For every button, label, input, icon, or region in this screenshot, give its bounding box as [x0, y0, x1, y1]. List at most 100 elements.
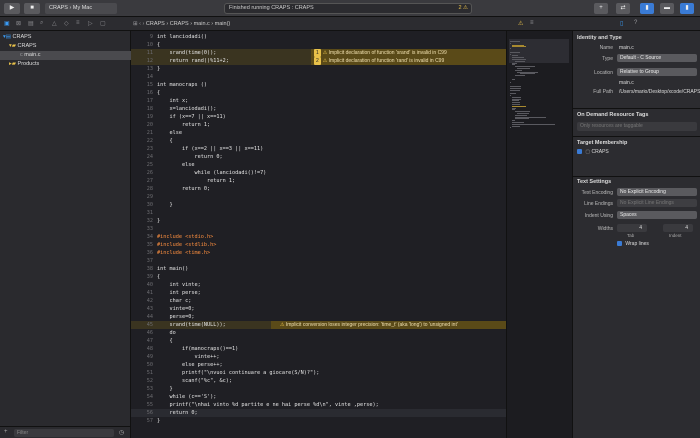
code-line[interactable]: 43 vinte=0;: [131, 305, 506, 313]
code-line[interactable]: 30 }: [131, 201, 506, 209]
code-line[interactable]: 57}: [131, 417, 506, 425]
quick-help-icon[interactable]: ?: [634, 20, 637, 26]
test-icon[interactable]: ◇: [64, 20, 69, 27]
code-line[interactable]: 56 return 0;: [131, 409, 506, 417]
source-editor[interactable]: 9 int lanciodadi() 10{11 srand(time(0)); 1 ⚠…: [131, 31, 506, 438]
code-line[interactable]: 33: [131, 225, 506, 233]
code-line[interactable]: 51 printf("\nvuoi continuare a giocare(S…: [131, 369, 506, 377]
endings-popup[interactable]: No Explicit Line Endings: [617, 199, 697, 207]
code-line[interactable]: 11 srand(time(0)); 1 ⚠ Implicit declaratio…: [131, 49, 506, 57]
code-line[interactable]: 55 printf("\nhai vinto %d partite e ne h…: [131, 401, 506, 409]
breakpoint-icon[interactable]: ▷: [88, 20, 93, 27]
code-line[interactable]: 9 int lanciodadi(): [131, 33, 506, 41]
code-line[interactable]: 23 if (x==2 || x==3 || x==11): [131, 145, 506, 153]
activity-warning-count[interactable]: 2 ⚠: [458, 4, 468, 13]
code-line[interactable]: 34 #include <stdio.h>: [131, 233, 506, 241]
checkbox-checked-icon[interactable]: [577, 149, 582, 155]
code-line[interactable]: 29: [131, 193, 506, 201]
code-line[interactable]: 22 {: [131, 137, 506, 145]
indent-width-field[interactable]: 4: [663, 224, 693, 232]
review-button[interactable]: ⇄: [616, 3, 630, 14]
code-line[interactable]: 54 while (c=='S');: [131, 393, 506, 401]
tab-width-field[interactable]: 4: [617, 224, 647, 232]
library-button[interactable]: +: [594, 3, 608, 14]
code-line[interactable]: 26 while (lanciodadi()!=7): [131, 169, 506, 177]
code-line[interactable]: 38 int main(): [131, 265, 506, 273]
inspector-toggle[interactable]: ▮: [680, 3, 694, 14]
nav-item-file[interactable]: c main.c: [0, 51, 131, 60]
code-line[interactable]: 47 {: [131, 337, 506, 345]
encoding-popup[interactable]: No Explicit Encoding: [617, 188, 697, 196]
code-line[interactable]: 21 else: [131, 129, 506, 137]
code-line[interactable]: 36 #include <time.h>: [131, 249, 506, 257]
target-membership-row[interactable]: ▢ CRAPS: [577, 149, 609, 155]
stop-button[interactable]: ■: [24, 3, 40, 14]
warning-annotation[interactable]: ⚠ Implicit conversion loses integer prec…: [271, 321, 506, 329]
nav-item-group[interactable]: ▾▰ CRAPS: [0, 42, 131, 51]
code-line[interactable]: 52 scanf("%c", &c);: [131, 377, 506, 385]
warning-icon[interactable]: ⚠: [518, 20, 523, 27]
code-line[interactable]: 27 return 1;: [131, 177, 506, 185]
code-line[interactable]: 20 return 1;: [131, 121, 506, 129]
code-line[interactable]: 28 return 0;: [131, 185, 506, 193]
code-line[interactable]: 13}: [131, 65, 506, 73]
code-line[interactable]: 32}: [131, 217, 506, 225]
warning-annotation[interactable]: 1 ⚠ Implicit declaration of function 'sra…: [311, 49, 506, 57]
code-line[interactable]: 16 {: [131, 89, 506, 97]
code-line[interactable]: 44 perse=0;: [131, 313, 506, 321]
navigator-toggle[interactable]: ▮: [640, 3, 654, 14]
code-line[interactable]: 19 if (x==7 || x==11): [131, 113, 506, 121]
issue-icon[interactable]: △: [52, 20, 57, 27]
code-line[interactable]: 49 vinte++;: [131, 353, 506, 361]
code-line[interactable]: 25 else: [131, 161, 506, 169]
symbol-icon[interactable]: ▤: [28, 20, 34, 27]
back-icon[interactable]: ‹: [139, 17, 141, 31]
debug-icon[interactable]: ≡: [76, 20, 80, 26]
nav-item-project[interactable]: ▾▤ CRAPS: [0, 33, 131, 42]
report-icon[interactable]: ▢: [100, 20, 106, 27]
forward-icon[interactable]: ›: [143, 17, 145, 31]
editor-options-icon[interactable]: ≡: [530, 20, 534, 26]
scheme-selector[interactable]: CRAPS › My Mac: [45, 3, 117, 14]
add-icon[interactable]: +: [4, 429, 8, 435]
code-line[interactable]: 42 char c;: [131, 297, 506, 305]
minimap[interactable]: [506, 31, 572, 438]
jump-file[interactable]: main.c: [194, 21, 210, 27]
filter-input[interactable]: Filter: [14, 429, 114, 437]
nav-item-products[interactable]: ▸▰ Products: [0, 60, 131, 69]
folder-icon[interactable]: ▣: [4, 20, 10, 27]
code-line[interactable]: 18 x=lanciodadi();: [131, 105, 506, 113]
run-button[interactable]: ▶: [4, 3, 20, 14]
code-line[interactable]: 39 {: [131, 273, 506, 281]
code-line[interactable]: 53 }: [131, 385, 506, 393]
code-line[interactable]: 17 int x;: [131, 97, 506, 105]
code-line[interactable]: 14: [131, 73, 506, 81]
source-control-icon[interactable]: ⊠: [16, 20, 21, 27]
code-line[interactable]: 37: [131, 257, 506, 265]
jump-project[interactable]: CRAPS: [146, 21, 165, 27]
debug-area-toggle[interactable]: ▬: [660, 3, 674, 14]
search-icon[interactable]: ⌕: [40, 20, 43, 27]
code-line[interactable]: 50 else perse++;: [131, 361, 506, 369]
code-line[interactable]: 12 return rand()%11+2; 2 ⚠ Implicit declar…: [131, 57, 506, 65]
code-line[interactable]: 48 if(manocraps()==1): [131, 345, 506, 353]
jump-group[interactable]: CRAPS: [170, 21, 189, 27]
code-line[interactable]: 31: [131, 209, 506, 217]
indent-popup[interactable]: Spaces: [617, 211, 697, 219]
checkbox-checked-icon[interactable]: [617, 241, 622, 247]
code-line[interactable]: 35 #include <stdlib.h>: [131, 241, 506, 249]
recent-filter-icon[interactable]: ◷: [119, 429, 124, 436]
jump-symbol[interactable]: main(): [215, 21, 231, 27]
odr-tags-field[interactable]: Only resources are taggable: [577, 122, 697, 131]
wrap-lines-row[interactable]: Wrap lines: [617, 241, 649, 247]
code-line[interactable]: 46 do: [131, 329, 506, 337]
related-items-icon[interactable]: ⊞: [133, 17, 138, 31]
location-popup[interactable]: Relative to Group: [617, 68, 697, 76]
code-line[interactable]: 24 return 0;: [131, 153, 506, 161]
code-line[interactable]: 15 int manocraps (): [131, 81, 506, 89]
code-line[interactable]: 45 srand(time(NULL)); ⚠ Implicit conversi…: [131, 321, 506, 329]
type-popup[interactable]: Default - C Source: [617, 54, 697, 62]
name-value[interactable]: main.c: [619, 45, 634, 51]
code-line[interactable]: 41 int perse;: [131, 289, 506, 297]
warning-annotation[interactable]: 2 ⚠ Implicit declaration of function 'ran…: [311, 57, 506, 65]
